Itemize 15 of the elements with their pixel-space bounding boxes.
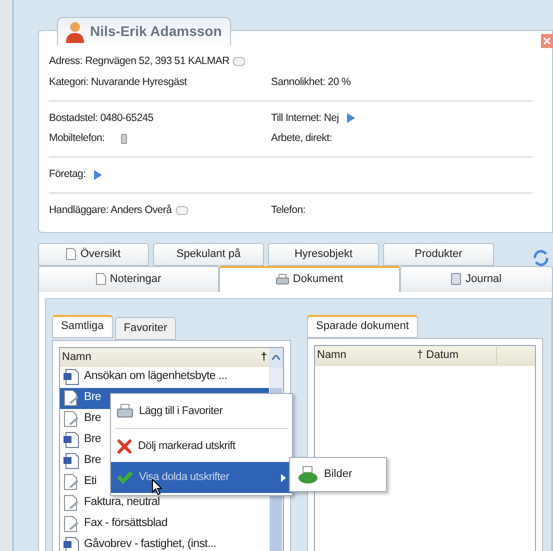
info-text: Mobiltelefon: — [49, 131, 105, 146]
info-text: Bostadstel: 0480-65245 — [49, 110, 154, 126]
info-text: Adress: Regnvägen 52, 393 51 KALMAR — [49, 54, 230, 69]
column-title: Namn — [62, 350, 92, 365]
contact-name: Nils-Erik Adamsson — [90, 22, 222, 41]
info-text: Sannolikhet: 20 % — [271, 74, 351, 90]
info-text: Kategori: Nuvarande Hyresgäst — [49, 74, 187, 90]
info-text: Telefon: — [271, 202, 306, 218]
column-title: † Datum — [417, 347, 497, 364]
info-text: Arbete, direkt: — [271, 131, 332, 146]
column-title: Namn — [316, 348, 348, 364]
info-text: Företag: — [49, 167, 86, 182]
sort-mark: † — [260, 350, 267, 365]
info-text: Till Internet: Nej — [271, 110, 339, 126]
info-text: Handläggare: Anders Overå — [49, 202, 172, 218]
